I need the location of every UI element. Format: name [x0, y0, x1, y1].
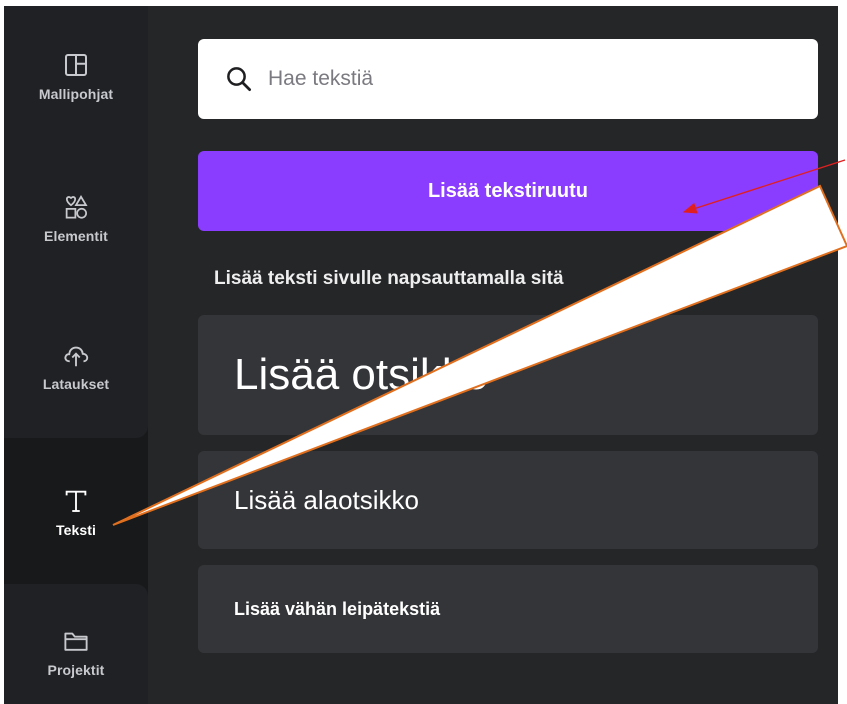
app-window: Mallipohjat Elementit Lataukset Teksti P… [0, 0, 847, 704]
add-body-text-card[interactable]: Lisää vähän leipätekstiä [198, 565, 818, 653]
text-panel: Lisää tekstiruutu Lisää teksti sivulle n… [148, 6, 838, 704]
sidebar-item-templates[interactable]: Mallipohjat [4, 30, 148, 122]
click-hint-text: Lisää teksti sivulle napsauttamalla sitä [214, 268, 564, 289]
sidebar-item-label: Projektit [47, 662, 105, 678]
add-heading-card[interactable]: Lisää otsikko [198, 315, 818, 435]
sidebar-item-label: Elementit [44, 228, 108, 244]
add-textbox-button[interactable]: Lisää tekstiruutu [198, 151, 818, 231]
folder-icon [64, 632, 88, 651]
body-card-label: Lisää vähän leipätekstiä [234, 598, 441, 619]
shapes-icon [65, 195, 88, 219]
cloud-upload-icon [64, 346, 89, 367]
search-input[interactable] [266, 66, 770, 92]
text-t-icon [65, 490, 87, 512]
sidebar-item-uploads[interactable]: Lataukset [4, 320, 148, 412]
add-subheading-card[interactable]: Lisää alaotsikko [198, 451, 818, 549]
screenshot-edge [838, 6, 847, 704]
sidebar-item-label: Teksti [55, 522, 97, 538]
sidebar-item-elements[interactable]: Elementit [4, 172, 148, 264]
sidebar-item-text[interactable]: Teksti [4, 466, 148, 558]
search-icon [227, 67, 251, 91]
heading-card-label: Lisää otsikko [234, 350, 489, 399]
sidebar: Mallipohjat Elementit Lataukset Teksti P… [4, 6, 148, 704]
search-bar[interactable] [198, 39, 818, 119]
sidebar-item-label: Mallipohjat [38, 86, 114, 102]
subheading-card-label: Lisää alaotsikko [234, 484, 419, 515]
sidebar-item-label: Lataukset [42, 376, 110, 392]
layout-template-icon [65, 54, 87, 76]
sidebar-item-projects[interactable]: Projektit [4, 606, 148, 698]
